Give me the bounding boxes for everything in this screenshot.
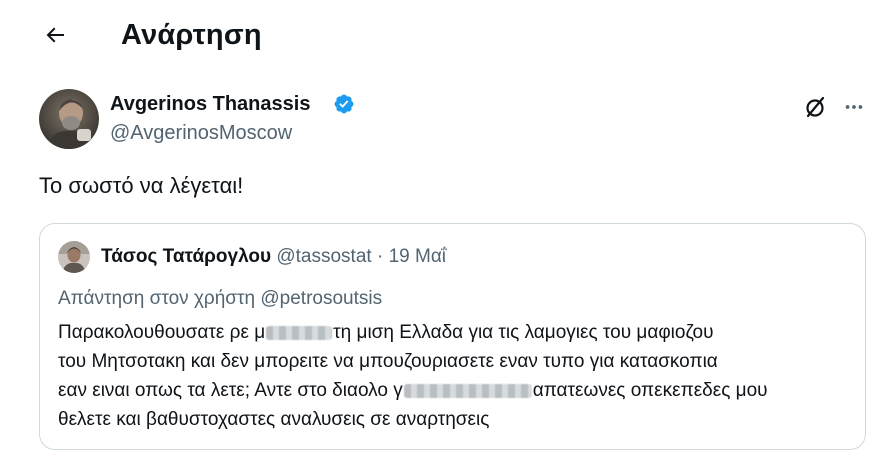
quoted-text-segment: Παρακολουθουσατε ρε μ bbox=[58, 322, 266, 343]
reply-context: Απάντηση στον χρήστη @petrosoutsis bbox=[58, 286, 382, 312]
more-horizontal-icon bbox=[845, 105, 863, 109]
quoted-text-line: του Μητσοτακη και δεν μπορειτε να μπουζο… bbox=[58, 351, 718, 372]
quoted-author-avatar[interactable] bbox=[58, 241, 90, 273]
quoted-text-segment: τη μιση Ελλαδα για τις λαμογιες του μαφι… bbox=[333, 322, 714, 343]
redacted-text bbox=[403, 383, 532, 398]
quoted-text-segment: εαν ειναι οπως τα λετε; Αντε στο διαολο … bbox=[58, 380, 403, 401]
quoted-text-line: θελετε και βαθυστοχαστες αναλυσεις σε αν… bbox=[58, 409, 490, 430]
more-options-button[interactable] bbox=[838, 92, 870, 122]
tweet-text: Το σωστό να λέγεται! bbox=[39, 173, 244, 198]
page-title: Ανάρτηση bbox=[121, 19, 262, 51]
quoted-tweet[interactable]: Τάσος Τατάρογλου @tassostat · 19 Μαΐ Απά… bbox=[39, 223, 866, 450]
quoted-tweet-date[interactable]: 19 Μαΐ bbox=[389, 246, 446, 267]
back-button[interactable] bbox=[36, 16, 74, 54]
quoted-tweet-header: Τάσος Τατάρογλου @tassostat · 19 Μαΐ bbox=[101, 244, 446, 270]
redacted-text bbox=[266, 325, 333, 340]
grok-button[interactable] bbox=[800, 92, 830, 122]
quoted-text-line: εαν ειναι οπως τα λετε; Αντε στο διαολο … bbox=[58, 376, 858, 405]
separator-dot: · bbox=[376, 246, 384, 267]
avatar-image bbox=[58, 241, 90, 273]
author-handle[interactable]: @AvgerinosMoscow bbox=[110, 120, 292, 146]
quoted-author-name[interactable]: Τάσος Τατάρογλου bbox=[101, 246, 271, 267]
verified-badge-icon bbox=[334, 94, 354, 114]
quoted-author-handle[interactable]: @tassostat bbox=[276, 246, 371, 267]
avatar-image bbox=[39, 89, 99, 149]
arrow-left-icon bbox=[46, 27, 64, 43]
quoted-tweet-text: Παρακολουθουσατε ρε μ τη μιση Ελλαδα για … bbox=[58, 318, 858, 434]
author-avatar[interactable] bbox=[39, 89, 99, 149]
reply-mention[interactable]: @petrosoutsis bbox=[260, 288, 382, 309]
grok-icon bbox=[806, 96, 825, 118]
page-header: Ανάρτηση bbox=[0, 0, 880, 72]
quoted-text-line: Παρακολουθουσατε ρε μ τη μιση Ελλαδα για … bbox=[58, 318, 858, 347]
reply-prefix: Απάντηση στον χρήστη bbox=[58, 288, 256, 309]
quoted-text-segment: απατεωνες οπεκεπεδες μου bbox=[532, 380, 768, 401]
author-name[interactable]: Avgerinos Thanassis bbox=[110, 91, 310, 117]
